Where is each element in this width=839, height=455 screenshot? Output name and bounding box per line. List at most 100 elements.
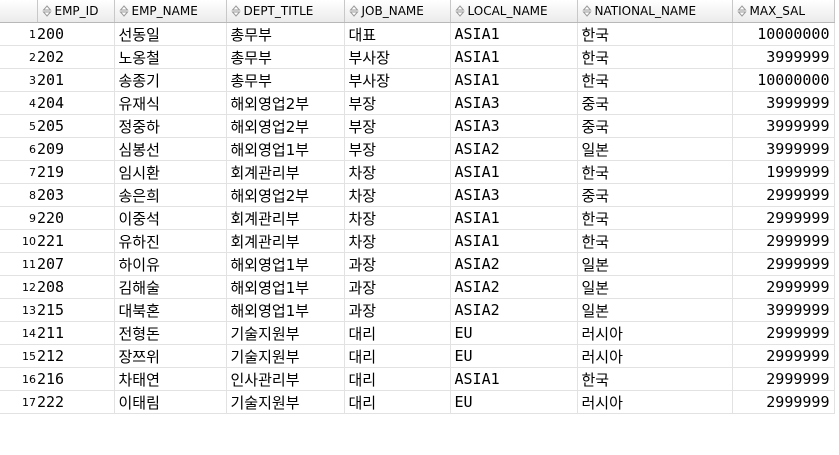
- emp-id-cell[interactable]: 203: [37, 183, 115, 207]
- dept-title-cell[interactable]: 총무부: [226, 45, 345, 69]
- dept-title-cell[interactable]: 회계관리부: [226, 206, 345, 230]
- column-header-national-name[interactable]: NATIONAL_NAME: [577, 0, 733, 23]
- local-name-cell[interactable]: ASIA3: [450, 91, 578, 115]
- emp-name-cell[interactable]: 심봉선: [114, 137, 227, 161]
- national-name-cell[interactable]: 중국: [577, 114, 733, 138]
- table-row[interactable]: 9 220 이중석 회계관리부 차장 ASIA1 한국 2999999: [0, 206, 835, 230]
- dept-title-cell[interactable]: 기술지원부: [226, 321, 345, 345]
- sort-arrows-icon[interactable]: [581, 5, 592, 17]
- sort-arrows-icon[interactable]: [736, 5, 747, 17]
- job-name-cell[interactable]: 대리: [344, 344, 451, 368]
- table-row[interactable]: 8 203 송은희 해외영업2부 차장 ASIA3 중국 2999999: [0, 183, 835, 207]
- sort-arrows-icon[interactable]: [118, 5, 129, 17]
- dept-title-cell[interactable]: 해외영업2부: [226, 114, 345, 138]
- emp-id-cell[interactable]: 211: [37, 321, 115, 345]
- emp-id-cell[interactable]: 209: [37, 137, 115, 161]
- emp-name-cell[interactable]: 유재식: [114, 91, 227, 115]
- local-name-cell[interactable]: ASIA1: [450, 68, 578, 92]
- emp-id-cell[interactable]: 220: [37, 206, 115, 230]
- emp-name-cell[interactable]: 이중석: [114, 206, 227, 230]
- local-name-cell[interactable]: ASIA1: [450, 160, 578, 184]
- national-name-cell[interactable]: 한국: [577, 206, 733, 230]
- job-name-cell[interactable]: 차장: [344, 183, 451, 207]
- max-sal-cell[interactable]: 3999999: [732, 91, 835, 115]
- emp-name-cell[interactable]: 유하진: [114, 229, 227, 253]
- max-sal-cell[interactable]: 3999999: [732, 114, 835, 138]
- max-sal-cell[interactable]: 2999999: [732, 206, 835, 230]
- national-name-cell[interactable]: 한국: [577, 160, 733, 184]
- dept-title-cell[interactable]: 기술지원부: [226, 390, 345, 414]
- column-header-emp-name[interactable]: EMP_NAME: [114, 0, 227, 23]
- max-sal-cell[interactable]: 2999999: [732, 390, 835, 414]
- job-name-cell[interactable]: 부사장: [344, 45, 451, 69]
- job-name-cell[interactable]: 부장: [344, 137, 451, 161]
- table-row[interactable]: 16 216 차태연 인사관리부 대리 ASIA1 한국 2999999: [0, 367, 835, 391]
- emp-name-cell[interactable]: 차태연: [114, 367, 227, 391]
- emp-id-cell[interactable]: 205: [37, 114, 115, 138]
- local-name-cell[interactable]: ASIA1: [450, 367, 578, 391]
- emp-id-cell[interactable]: 200: [37, 22, 115, 46]
- table-row[interactable]: 7 219 임시환 회계관리부 차장 ASIA1 한국 1999999: [0, 160, 835, 184]
- column-header-emp-id[interactable]: EMP_ID: [37, 0, 115, 23]
- sort-arrows-icon[interactable]: [41, 5, 52, 17]
- emp-name-cell[interactable]: 정중하: [114, 114, 227, 138]
- emp-id-cell[interactable]: 219: [37, 160, 115, 184]
- dept-title-cell[interactable]: 회계관리부: [226, 160, 345, 184]
- local-name-cell[interactable]: EU: [450, 344, 578, 368]
- column-header-local-name[interactable]: LOCAL_NAME: [450, 0, 578, 23]
- local-name-cell[interactable]: EU: [450, 321, 578, 345]
- dept-title-cell[interactable]: 인사관리부: [226, 367, 345, 391]
- emp-id-cell[interactable]: 215: [37, 298, 115, 322]
- sort-arrows-icon[interactable]: [348, 5, 359, 17]
- dept-title-cell[interactable]: 해외영업1부: [226, 137, 345, 161]
- table-row[interactable]: 1 200 선동일 총무부 대표 ASIA1 한국 10000000: [0, 22, 835, 46]
- national-name-cell[interactable]: 중국: [577, 91, 733, 115]
- emp-name-cell[interactable]: 노옹철: [114, 45, 227, 69]
- job-name-cell[interactable]: 과장: [344, 298, 451, 322]
- national-name-cell[interactable]: 러시아: [577, 321, 733, 345]
- emp-id-cell[interactable]: 201: [37, 68, 115, 92]
- max-sal-cell[interactable]: 10000000: [732, 68, 835, 92]
- table-row[interactable]: 10 221 유하진 회계관리부 차장 ASIA1 한국 2999999: [0, 229, 835, 253]
- job-name-cell[interactable]: 부장: [344, 114, 451, 138]
- job-name-cell[interactable]: 차장: [344, 206, 451, 230]
- emp-name-cell[interactable]: 대북혼: [114, 298, 227, 322]
- national-name-cell[interactable]: 러시아: [577, 344, 733, 368]
- max-sal-cell[interactable]: 2999999: [732, 344, 835, 368]
- national-name-cell[interactable]: 일본: [577, 275, 733, 299]
- max-sal-cell[interactable]: 3999999: [732, 45, 835, 69]
- emp-id-cell[interactable]: 204: [37, 91, 115, 115]
- emp-name-cell[interactable]: 김해술: [114, 275, 227, 299]
- emp-id-cell[interactable]: 212: [37, 344, 115, 368]
- national-name-cell[interactable]: 한국: [577, 229, 733, 253]
- table-row[interactable]: 2 202 노옹철 총무부 부사장 ASIA1 한국 3999999: [0, 45, 835, 69]
- emp-name-cell[interactable]: 장쯔위: [114, 344, 227, 368]
- emp-id-cell[interactable]: 216: [37, 367, 115, 391]
- max-sal-cell[interactable]: 2999999: [732, 275, 835, 299]
- local-name-cell[interactable]: EU: [450, 390, 578, 414]
- max-sal-cell[interactable]: 2999999: [732, 367, 835, 391]
- local-name-cell[interactable]: ASIA1: [450, 229, 578, 253]
- local-name-cell[interactable]: ASIA3: [450, 114, 578, 138]
- local-name-cell[interactable]: ASIA1: [450, 22, 578, 46]
- query-result-grid[interactable]: EMP_ID EMP_NAME DEPT_TITLE JOB_NAME LOCA…: [0, 0, 839, 455]
- job-name-cell[interactable]: 대리: [344, 321, 451, 345]
- sort-arrows-icon[interactable]: [230, 5, 241, 17]
- max-sal-cell[interactable]: 10000000: [732, 22, 835, 46]
- local-name-cell[interactable]: ASIA2: [450, 298, 578, 322]
- emp-name-cell[interactable]: 임시환: [114, 160, 227, 184]
- max-sal-cell[interactable]: 2999999: [732, 183, 835, 207]
- table-row[interactable]: 11 207 하이유 해외영업1부 과장 ASIA2 일본 2999999: [0, 252, 835, 276]
- table-row[interactable]: 17 222 이태림 기술지원부 대리 EU 러시아 2999999: [0, 390, 835, 414]
- column-header-max-sal[interactable]: MAX_SAL: [732, 0, 835, 23]
- job-name-cell[interactable]: 대표: [344, 22, 451, 46]
- emp-name-cell[interactable]: 선동일: [114, 22, 227, 46]
- dept-title-cell[interactable]: 해외영업1부: [226, 298, 345, 322]
- table-row[interactable]: 13 215 대북혼 해외영업1부 과장 ASIA2 일본 3999999: [0, 298, 835, 322]
- dept-title-cell[interactable]: 총무부: [226, 22, 345, 46]
- job-name-cell[interactable]: 부사장: [344, 68, 451, 92]
- local-name-cell[interactable]: ASIA1: [450, 45, 578, 69]
- emp-name-cell[interactable]: 송은희: [114, 183, 227, 207]
- local-name-cell[interactable]: ASIA1: [450, 206, 578, 230]
- job-name-cell[interactable]: 차장: [344, 160, 451, 184]
